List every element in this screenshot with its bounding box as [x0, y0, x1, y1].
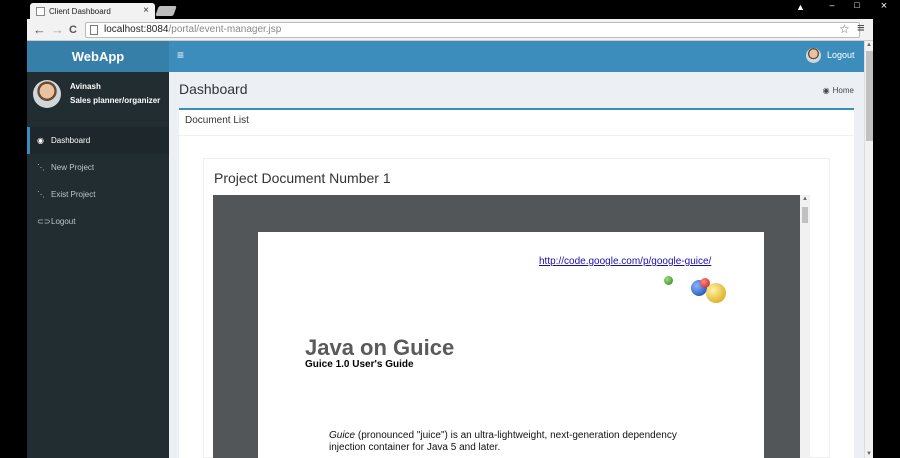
- web-page: WebApp ≡ Logout Avinash Sales planner/or…: [27, 41, 864, 458]
- content-header: Dashboard ◉ Home: [169, 72, 864, 108]
- browser-toolbar: ← → C localhost:8084/portal/event-manage…: [27, 19, 873, 41]
- document-title: Project Document Number 1: [214, 170, 391, 186]
- rss-icon: ⋱: [37, 163, 45, 172]
- url-host: localhost:8084: [104, 24, 169, 35]
- browser-tabstrip: Client Dashboard × ▲ – □ ×: [0, 0, 900, 19]
- divider: [179, 135, 854, 136]
- dashboard-icon: ◉: [822, 86, 830, 95]
- sidebar-item-label: Dashboard: [51, 136, 91, 145]
- profile-icon[interactable]: ▲: [796, 2, 805, 12]
- pdf-viewer[interactable]: http://code.google.com/p/google-guice/ J…: [213, 195, 809, 458]
- sidebar-menu: ◉ Dashboard ⋱ New Project ⋱ Exist Projec…: [27, 127, 169, 235]
- pdf-heading: Java on Guice: [305, 335, 455, 360]
- rss-icon: ⋱: [37, 190, 45, 199]
- tab-title: Client Dashboard: [49, 6, 111, 16]
- bookmark-star-icon[interactable]: ☆: [839, 22, 850, 36]
- sidebar-item-label: New Project: [51, 163, 95, 172]
- user-name: Avinash: [70, 82, 101, 91]
- page-title: Dashboard: [179, 81, 248, 97]
- top-logout-link[interactable]: Logout: [827, 50, 855, 60]
- sidebar-toggle-icon[interactable]: ≡: [177, 48, 184, 62]
- window-maximize-button[interactable]: □: [847, 0, 867, 12]
- sidebar-item-label: Logout: [51, 217, 76, 226]
- sidebar: Avinash Sales planner/organizer ◉ Dashbo…: [27, 72, 169, 458]
- user-role: Sales planner/organizer: [70, 96, 161, 105]
- scroll-up-icon[interactable]: ▲: [866, 42, 872, 48]
- toggle-icon: ⊂⊃: [37, 217, 51, 226]
- guice-logo-icon: [664, 274, 734, 304]
- user-avatar: [33, 80, 61, 108]
- url-path: /portal/event-manager.jsp: [168, 24, 282, 35]
- page-icon: [90, 25, 98, 35]
- tab-close-icon[interactable]: ×: [143, 5, 149, 16]
- sidebar-item-exist-project[interactable]: ⋱ Exist Project: [27, 181, 169, 208]
- window-close-button[interactable]: ×: [871, 0, 897, 12]
- browser-menu-button[interactable]: ≡: [857, 20, 865, 35]
- dashboard-icon: ◉: [37, 136, 44, 145]
- scroll-up-icon[interactable]: ▲: [802, 196, 808, 202]
- new-tab-button[interactable]: [155, 6, 177, 16]
- top-navbar: ≡ Logout: [169, 41, 864, 72]
- pdf-body: Guice (pronounced "juice") is an ultra-l…: [329, 430, 749, 454]
- breadcrumb-home[interactable]: Home: [833, 86, 854, 95]
- pdf-body-line2: injection container for Java 5 and later…: [329, 442, 501, 453]
- window-minimize-button[interactable]: –: [822, 0, 842, 12]
- sidebar-item-logout[interactable]: ⊂⊃ Logout: [27, 208, 169, 235]
- app-logo[interactable]: WebApp: [27, 41, 169, 72]
- viewer-scroll-thumb[interactable]: [802, 207, 808, 223]
- pdf-page: http://code.google.com/p/google-guice/ J…: [258, 232, 764, 458]
- sidebar-item-new-project[interactable]: ⋱ New Project: [27, 154, 169, 181]
- sidebar-item-dashboard[interactable]: ◉ Dashboard: [27, 127, 169, 154]
- pdf-body-line1: (pronounced "juice") is an ultra-lightwe…: [355, 430, 677, 441]
- viewer-scrollbar[interactable]: ▲: [800, 195, 810, 458]
- scroll-down-icon[interactable]: ▼: [866, 451, 872, 457]
- avatar[interactable]: [806, 48, 821, 63]
- browser-tab[interactable]: Client Dashboard ×: [30, 3, 155, 19]
- page-scrollbar[interactable]: ▲ ▼: [864, 41, 873, 458]
- address-bar[interactable]: localhost:8084/portal/event-manager.jsp: [85, 22, 860, 38]
- pdf-subheading: Guice 1.0 User's Guide: [305, 359, 414, 370]
- reload-button[interactable]: C: [69, 22, 77, 38]
- breadcrumb[interactable]: ◉ Home: [823, 86, 854, 95]
- document-panel: Project Document Number 1 http://code.go…: [203, 158, 830, 458]
- back-button[interactable]: ←: [33, 22, 46, 38]
- pdf-body-emphasis: Guice: [329, 430, 356, 441]
- page-scroll-thumb[interactable]: [866, 51, 873, 141]
- forward-button[interactable]: →: [51, 22, 64, 38]
- box-title: Document List: [185, 115, 249, 126]
- pdf-link[interactable]: http://code.google.com/p/google-guice/: [539, 256, 711, 267]
- screen-edge: [873, 41, 900, 458]
- favicon-icon: [36, 6, 45, 16]
- sidebar-item-label: Exist Project: [51, 190, 96, 199]
